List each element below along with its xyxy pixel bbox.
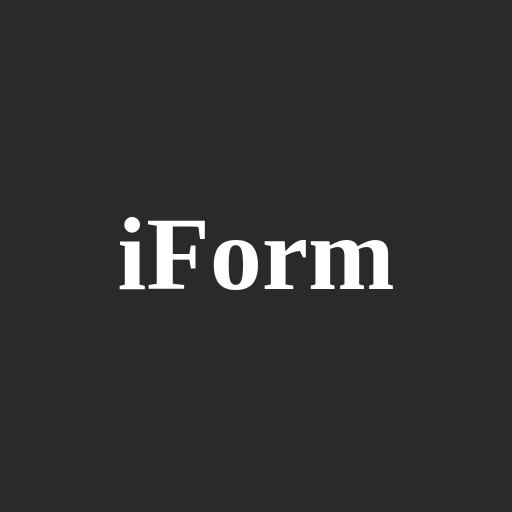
app-icon-splash: iForm	[0, 0, 512, 512]
app-logo-wordmark: iForm	[117, 197, 395, 312]
